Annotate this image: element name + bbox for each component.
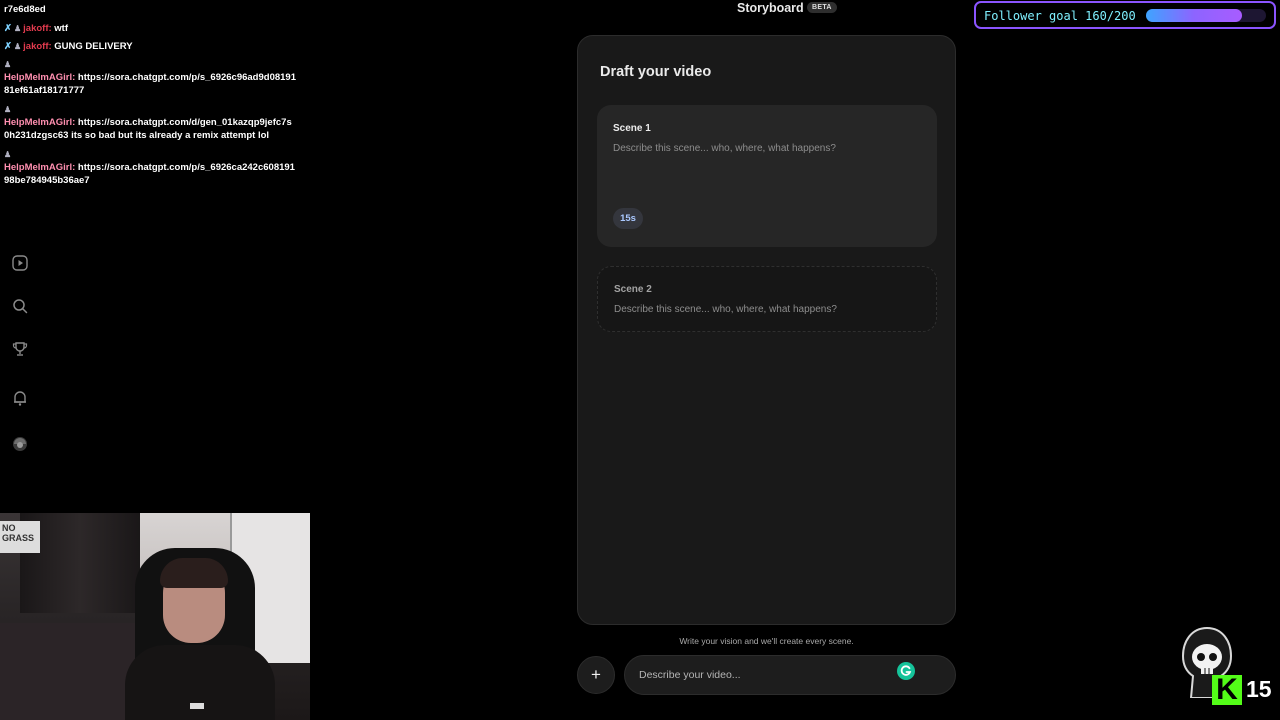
add-button[interactable]: + (577, 656, 615, 694)
scene-description-input[interactable]: Describe this scene... who, where, what … (613, 143, 836, 154)
bell-badge-icon: ♟ (4, 105, 12, 114)
trophy-icon[interactable] (11, 340, 29, 358)
prompt-input[interactable] (639, 667, 889, 683)
bell-badge-icon: ♟ (13, 42, 22, 51)
chat-message-text: r7e6d8ed (4, 4, 46, 15)
chat-message: ✗ ♟ jakoff: wtf (4, 23, 69, 34)
chat-username[interactable]: HelpMeImAGirl (4, 162, 72, 173)
follower-goal-progress (1146, 9, 1266, 22)
prompt-bar[interactable] (624, 655, 956, 695)
bell-badge-icon: ♟ (13, 24, 22, 33)
composer-hint: Write your vision and we'll create every… (679, 636, 854, 646)
beta-badge: BETA (807, 2, 837, 13)
avatar-icon[interactable] (11, 435, 29, 453)
webcam-feed: NO GRASS (0, 513, 310, 720)
chat-message: ♟ HelpMeImAGirl: https://sora.chatgpt.co… (4, 150, 295, 186)
chat-username[interactable]: jakoff (23, 23, 48, 34)
chat-message: ♟ HelpMeImAGirl: https://sora.chatgpt.co… (4, 103, 296, 142)
chat-message: ♟ HelpMeImAGirl: https://sora.chatgpt.co… (4, 60, 296, 96)
chat-message-text: wtf (54, 23, 69, 34)
sword-badge-icon: ✗ (4, 41, 12, 52)
scene-card-1[interactable]: Scene 1 Describe this scene... who, wher… (597, 105, 937, 247)
page-title: Storyboard (737, 1, 804, 15)
webcam-sign: NO GRASS (0, 521, 40, 553)
scene-card-2[interactable]: Scene 2 Describe this scene... who, wher… (597, 266, 937, 332)
chat-username[interactable]: jakoff (23, 41, 48, 52)
follower-goal-widget: Follower goal 160/200 (974, 1, 1276, 29)
chat-message-text: GUNG DELIVERY (54, 41, 133, 52)
draft-panel: Draft your video Scene 1 Describe this s… (577, 35, 956, 625)
bell-icon[interactable] (11, 389, 29, 407)
scene-label: Scene 1 (613, 123, 651, 134)
bell-badge-icon: ♟ (4, 60, 12, 69)
chat-message: ✗ ♟ jakoff: GUNG DELIVERY (4, 41, 133, 52)
chat-message: r7e6d8ed (4, 3, 296, 16)
viewer-count: 15 (1246, 676, 1272, 702)
follower-goal-label: Follower goal 160/200 (984, 9, 1136, 23)
chat-username[interactable]: HelpMeImAGirl (4, 117, 72, 128)
panel-title: Draft your video (600, 64, 712, 80)
play-icon[interactable] (11, 254, 29, 272)
duration-chip[interactable]: 15s (613, 208, 643, 229)
chat-username[interactable]: HelpMeImAGirl (4, 72, 72, 83)
bell-badge-icon: ♟ (4, 150, 12, 159)
scene-label: Scene 2 (614, 284, 652, 295)
kick-logo-icon: K (1212, 675, 1242, 705)
follower-goal-fill (1146, 9, 1242, 22)
scene-description-input[interactable]: Describe this scene... who, where, what … (614, 304, 837, 315)
search-icon[interactable] (11, 297, 29, 315)
grammarly-icon[interactable] (897, 662, 915, 680)
sword-badge-icon: ✗ (4, 23, 12, 34)
